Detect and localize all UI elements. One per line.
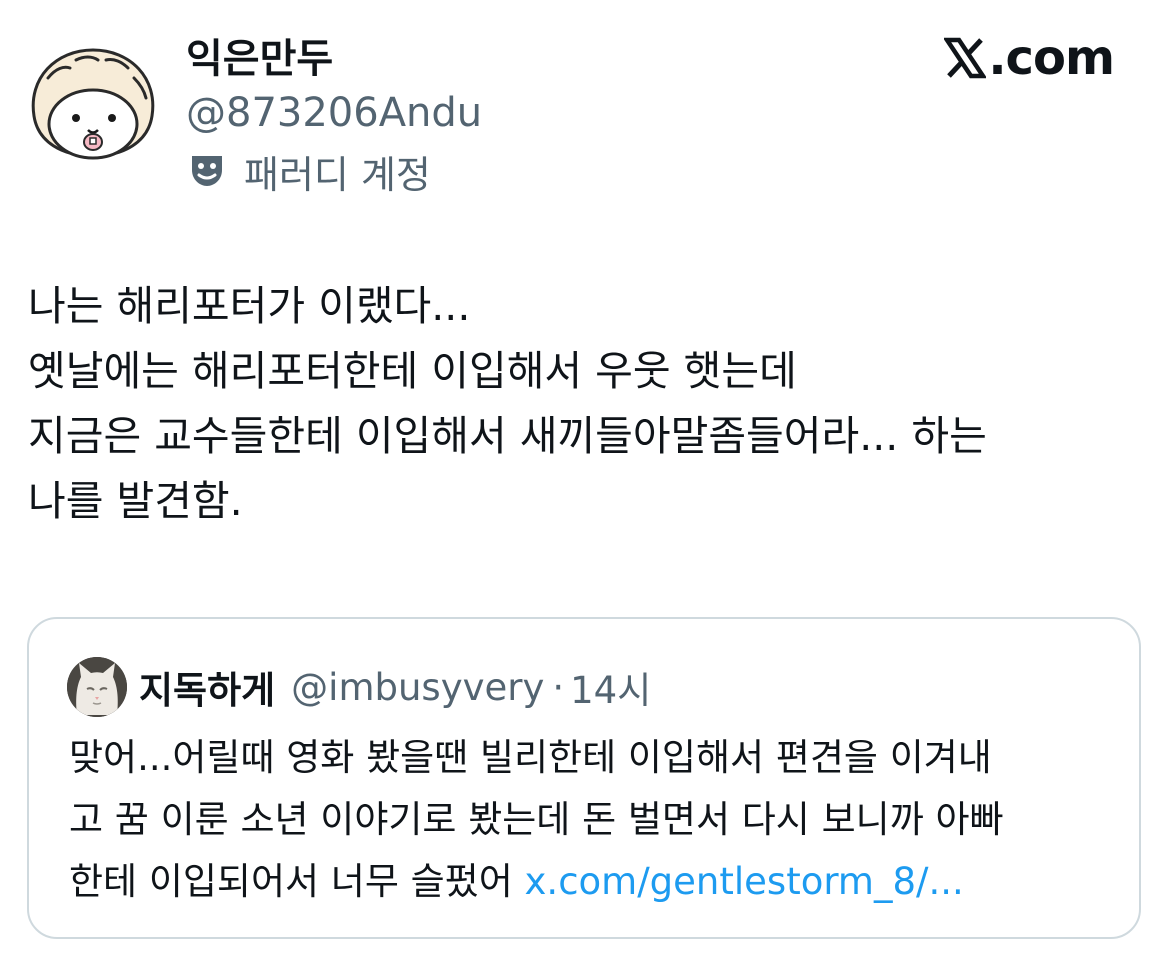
quote-link[interactable]: x.com/gentlestorm_8/... [525,860,964,903]
quote-line: 한테 이입되어서 너무 슬펐어 [69,860,525,903]
author-avatar[interactable] [26,38,160,172]
brand-domain: .com [988,30,1115,86]
author-handle[interactable]: @873206Andu [186,88,482,138]
quote-timestamp[interactable]: 14시 [570,660,651,714]
tweet-line: 나를 발견함. [28,477,243,525]
x-logo-icon [944,37,987,79]
tweet-text: 나는 해리포터가 이랬다... 옛날에는 해리포터한테 이입해서 우웃 햇는데 … [28,274,1148,534]
white-cat-avatar [67,657,127,717]
quote-display-name[interactable]: 지독하게 [139,660,275,714]
x-brand: .com [944,30,1115,86]
quote-header: 지독하게 @imbusyvery · 14시 [139,661,651,713]
quote-line: 고 꿈 이룬 소년 이야기로 봤는데 돈 벌면서 다시 보니까 아빠 [69,798,1004,841]
quote-line: 맞어...어릴때 영화 봤을땐 빌리한테 이입해서 편견을 이겨내 [69,736,992,779]
quote-author-avatar[interactable] [67,657,127,717]
quote-handle[interactable]: @imbusyvery [291,666,544,709]
parody-account-badge: 패러디 계정 [186,146,431,197]
quote-separator: · [552,665,565,709]
dumpling-hamster-avatar [26,38,160,172]
quote-line-with-link: 한테 이입되어서 너무 슬펐어 x.com/gentlestorm_8/... [69,851,1129,913]
tweet-line: 나는 해리포터가 이랬다... [28,282,471,330]
tweet-line: 지금은 교수들한테 이입해서 새끼들아말좀들어라... 하는 [28,412,987,460]
theater-mask-icon [192,156,222,186]
author-display-name[interactable]: 익은만두 [186,34,333,84]
quote-text: 맞어...어릴때 영화 봤을땐 빌리한테 이입해서 편견을 이겨내 고 꿈 이룬… [69,727,1129,913]
tweet-line: 옛날에는 해리포터한테 이입해서 우웃 햇는데 [28,347,797,395]
quoted-tweet-card[interactable]: 지독하게 @imbusyvery · 14시 맞어...어릴때 영화 봤을땐 빌… [27,617,1141,939]
parody-account-label: 패러디 계정 [244,152,431,197]
